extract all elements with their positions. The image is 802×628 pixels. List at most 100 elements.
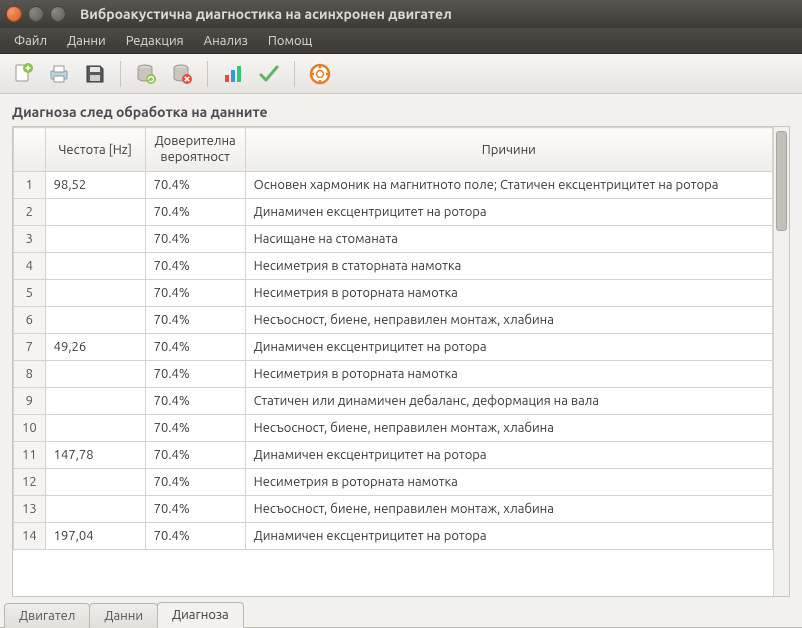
- table-row[interactable]: 270.4%Динамичен ексцентрицитет на ротора: [14, 199, 773, 226]
- cell-frequency[interactable]: [45, 388, 145, 415]
- cell-frequency[interactable]: [45, 199, 145, 226]
- menu-analysis[interactable]: Анализ: [194, 28, 258, 53]
- col-header-frequency[interactable]: Честота [Hz]: [45, 128, 145, 172]
- table-row[interactable]: 470.4%Несиметрия в статорната намотка: [14, 253, 773, 280]
- row-number: 12: [14, 469, 46, 496]
- cell-frequency[interactable]: [45, 415, 145, 442]
- col-header-probability[interactable]: Доверителна вероятност: [145, 128, 245, 172]
- cell-probability[interactable]: 70.4%: [145, 361, 245, 388]
- content-area: Диагноза след обработка на данните Често…: [0, 94, 802, 597]
- toolbar-new-button[interactable]: [8, 59, 38, 89]
- toolbar-db-delete-button[interactable]: [167, 59, 197, 89]
- cell-frequency[interactable]: [45, 307, 145, 334]
- cell-cause[interactable]: Несъосност, биене, неправилен монтаж, хл…: [245, 307, 772, 334]
- table-row[interactable]: 14197,0470.4%Динамичен ексцентрицитет на…: [14, 523, 773, 550]
- cell-probability[interactable]: 70.4%: [145, 334, 245, 361]
- vertical-scrollbar[interactable]: [773, 127, 789, 596]
- cell-cause[interactable]: Основен хармоник на магнитното поле; Ста…: [245, 172, 772, 199]
- cell-cause[interactable]: Несиметрия в роторната намотка: [245, 280, 772, 307]
- cell-cause[interactable]: Динамичен ексцентрицитет на ротора: [245, 199, 772, 226]
- table-row[interactable]: 9 70.4%Статичен или динамичен дебаланс, д…: [14, 388, 773, 415]
- cell-frequency[interactable]: [45, 226, 145, 253]
- cell-cause[interactable]: Динамичен ексцентрицитет на ротора: [245, 523, 772, 550]
- cell-cause[interactable]: Насищане на стоманата: [245, 226, 772, 253]
- tab-data[interactable]: Данни: [89, 603, 158, 628]
- row-number: 8: [14, 361, 46, 388]
- cell-cause[interactable]: Динамичен ексцентрицитет на ротора: [245, 442, 772, 469]
- cell-frequency[interactable]: [45, 280, 145, 307]
- cell-probability[interactable]: 70.4%: [145, 307, 245, 334]
- printer-icon: [48, 63, 70, 85]
- toolbar: [0, 54, 802, 94]
- diagnosis-table-scroll[interactable]: Честота [Hz] Доверителна вероятност Прич…: [13, 127, 773, 596]
- cell-cause[interactable]: Несиметрия в роторната намотка: [245, 361, 772, 388]
- window-close-button[interactable]: [6, 6, 22, 22]
- menu-edit[interactable]: Редакция: [116, 28, 194, 53]
- cell-probability[interactable]: 70.4%: [145, 523, 245, 550]
- table-row[interactable]: 670.4%Несъосност, биене, неправилен монт…: [14, 307, 773, 334]
- cell-probability[interactable]: 70.4%: [145, 415, 245, 442]
- titlebar: Виброакустична диагностика на асинхронен…: [0, 0, 802, 28]
- cell-probability[interactable]: 70.4%: [145, 199, 245, 226]
- tab-engine[interactable]: Двигател: [4, 603, 90, 628]
- toolbar-chart-button[interactable]: [218, 59, 248, 89]
- col-header-probability-line1: Доверителна: [154, 134, 237, 150]
- cell-frequency[interactable]: 147,78: [45, 442, 145, 469]
- window-minimize-button[interactable]: [28, 6, 44, 22]
- cell-cause[interactable]: Статичен или динамичен дебаланс, деформа…: [245, 388, 772, 415]
- cell-cause[interactable]: Несъосност, биене, неправилен монтаж, хл…: [245, 496, 772, 523]
- table-header-row: Честота [Hz] Доверителна вероятност Прич…: [14, 128, 773, 172]
- table-row[interactable]: 198,5270.4%Основен хармоник на магнитнот…: [14, 172, 773, 199]
- cell-probability[interactable]: 70.4%: [145, 388, 245, 415]
- toolbar-save-button[interactable]: [80, 59, 110, 89]
- cell-cause[interactable]: Несиметрия в статорната намотка: [245, 253, 772, 280]
- toolbar-print-button[interactable]: [44, 59, 74, 89]
- cell-probability[interactable]: 70.4%: [145, 442, 245, 469]
- cell-frequency[interactable]: [45, 496, 145, 523]
- section-title: Диагноза след обработка на данните: [12, 104, 790, 120]
- toolbar-db-refresh-button[interactable]: [131, 59, 161, 89]
- document-new-icon: [12, 63, 34, 85]
- table-row[interactable]: 370.4%Насищане на стоманата: [14, 226, 773, 253]
- table-row[interactable]: 12 70.4%Несиметрия в роторната намотка: [14, 469, 773, 496]
- cell-frequency[interactable]: [45, 253, 145, 280]
- scrollbar-thumb[interactable]: [776, 131, 787, 231]
- cell-probability[interactable]: 70.4%: [145, 253, 245, 280]
- col-header-rownum[interactable]: [14, 128, 46, 172]
- table-row[interactable]: 749,2670.4%Динамичен ексцентрицитет на р…: [14, 334, 773, 361]
- cell-frequency[interactable]: 49,26: [45, 334, 145, 361]
- toolbar-separator: [294, 61, 295, 87]
- toolbar-help-button[interactable]: [305, 59, 335, 89]
- row-number: 13: [14, 496, 46, 523]
- col-header-cause[interactable]: Причини: [245, 128, 772, 172]
- menu-help[interactable]: Помощ: [258, 28, 322, 53]
- cell-probability[interactable]: 70.4%: [145, 496, 245, 523]
- tab-diagnosis[interactable]: Диагноза: [157, 602, 244, 628]
- menu-data[interactable]: Данни: [57, 28, 116, 53]
- diagnosis-table: Честота [Hz] Доверителна вероятност Прич…: [13, 127, 773, 550]
- menu-file[interactable]: Файл: [4, 28, 57, 53]
- window-maximize-button[interactable]: [50, 6, 66, 22]
- cell-cause[interactable]: Несиметрия в роторната намотка: [245, 469, 772, 496]
- menubar: Файл Данни Редакция Анализ Помощ: [0, 28, 802, 54]
- window-title: Виброакустична диагностика на асинхронен…: [80, 6, 452, 22]
- table-row[interactable]: 11147,7870.4%Динамичен ексцентрицитет на…: [14, 442, 773, 469]
- table-row[interactable]: 8 70.4%Несиметрия в роторната намотка: [14, 361, 773, 388]
- cell-probability[interactable]: 70.4%: [145, 280, 245, 307]
- table-row[interactable]: 1070.4%Несъосност, биене, неправилен мон…: [14, 415, 773, 442]
- row-number: 9: [14, 388, 46, 415]
- bar-chart-icon: [222, 63, 244, 85]
- cell-frequency[interactable]: 98,52: [45, 172, 145, 199]
- cell-frequency[interactable]: 197,04: [45, 523, 145, 550]
- cell-probability[interactable]: 70.4%: [145, 172, 245, 199]
- cell-probability[interactable]: 70.4%: [145, 469, 245, 496]
- diagnosis-table-container: Честота [Hz] Доверителна вероятност Прич…: [12, 126, 790, 597]
- table-row[interactable]: 13 70.4%Несъосност, биене, неправилен мон…: [14, 496, 773, 523]
- cell-probability[interactable]: 70.4%: [145, 226, 245, 253]
- cell-frequency[interactable]: [45, 361, 145, 388]
- table-row[interactable]: 570.4%Несиметрия в роторната намотка: [14, 280, 773, 307]
- cell-cause[interactable]: Несъосност, биене, неправилен монтаж, хл…: [245, 415, 772, 442]
- cell-cause[interactable]: Динамичен ексцентрицитет на ротора: [245, 334, 772, 361]
- cell-frequency[interactable]: [45, 469, 145, 496]
- toolbar-apply-button[interactable]: [254, 59, 284, 89]
